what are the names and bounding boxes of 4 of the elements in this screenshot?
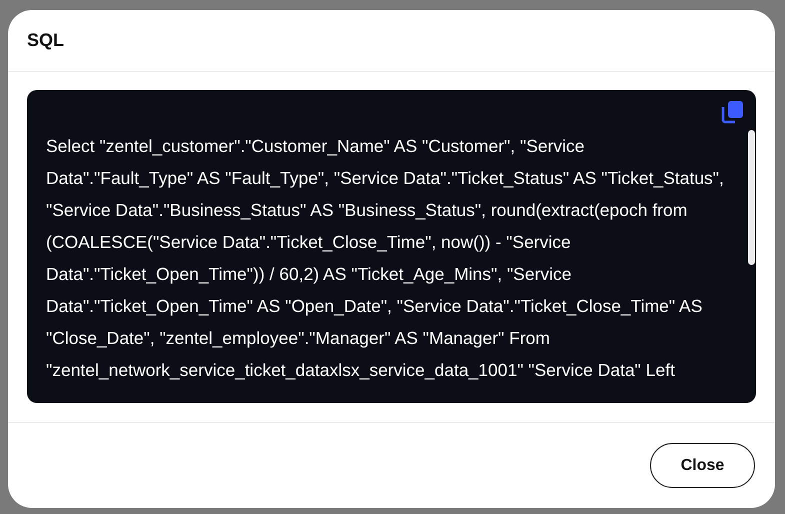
- scrollbar[interactable]: [748, 130, 755, 265]
- close-button[interactable]: Close: [650, 443, 755, 488]
- sql-text: Select "zentel_customer"."Customer_Name" AS "Customer", "Service Data"."Fault_Type" AS "Fault_Type", "Service Data"."Ticket_Status" AS "Ticket_Status", "Service Data"."Business_Status" AS "Business_Status", round(extract(epoch from (COALESCE("Service Data"."Ticket_Close_Time", now()) - "Service Data"."Ticket_Open_Time")) / 60,2) AS "Ticket_Age_Mins", "Service Data"."Ticket_Open_Time" AS "Open_Date", "Service Data"."Ticket_Close_Time" AS "Close_Date", "zentel_employee"."Manager" AS "Manager" From "zentel_network_service_ticket_dataxlsx_service_data_1001" "Service Data" Left: [46, 135, 725, 382]
- dialog-title: SQL: [27, 29, 64, 52]
